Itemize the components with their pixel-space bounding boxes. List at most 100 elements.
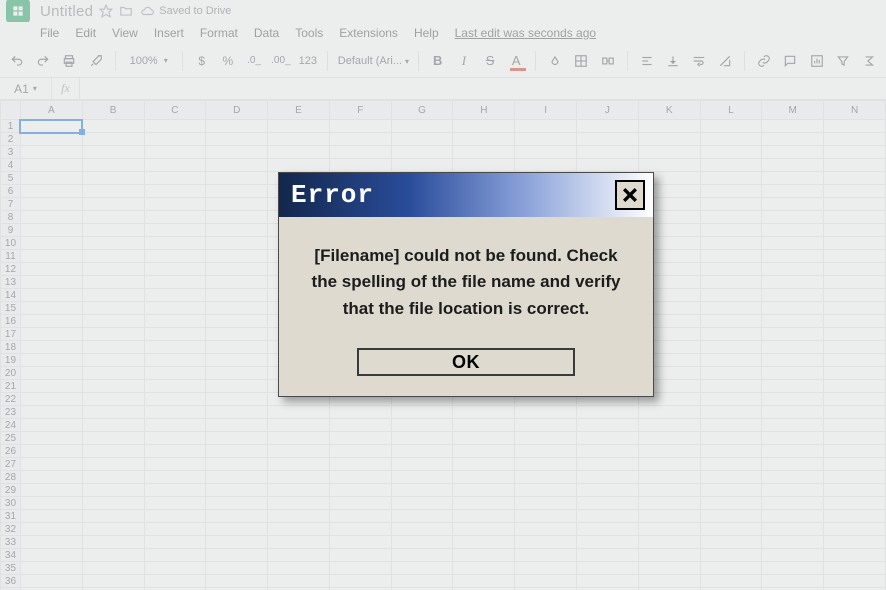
cell-L2[interactable] <box>700 133 762 146</box>
cell-A26[interactable] <box>20 445 82 458</box>
cell-C24[interactable] <box>144 419 206 432</box>
cell-A22[interactable] <box>20 393 82 406</box>
cell-E23[interactable] <box>268 406 330 419</box>
cell-A11[interactable] <box>20 250 82 263</box>
cell-F24[interactable] <box>329 419 391 432</box>
cell-N21[interactable] <box>824 380 886 393</box>
cell-F1[interactable] <box>329 120 391 133</box>
cell-D23[interactable] <box>206 406 268 419</box>
format-percent-button[interactable]: % <box>219 50 237 72</box>
cell-J28[interactable] <box>576 471 638 484</box>
cell-L5[interactable] <box>700 172 762 185</box>
cell-M26[interactable] <box>762 445 824 458</box>
cell-B34[interactable] <box>82 549 144 562</box>
last-edit-link[interactable]: Last edit was seconds ago <box>455 26 596 40</box>
cell-D16[interactable] <box>206 315 268 328</box>
cell-J36[interactable] <box>576 575 638 588</box>
row-header-7[interactable]: 7 <box>1 198 21 211</box>
cell-K23[interactable] <box>638 406 700 419</box>
cell-N19[interactable] <box>824 354 886 367</box>
h-align-button[interactable] <box>638 50 656 72</box>
cell-G28[interactable] <box>391 471 453 484</box>
cell-B33[interactable] <box>82 536 144 549</box>
cell-B5[interactable] <box>82 172 144 185</box>
cell-I32[interactable] <box>515 523 577 536</box>
cell-B36[interactable] <box>82 575 144 588</box>
cell-K24[interactable] <box>638 419 700 432</box>
cell-K34[interactable] <box>638 549 700 562</box>
cell-F34[interactable] <box>329 549 391 562</box>
cell-I24[interactable] <box>515 419 577 432</box>
cell-C20[interactable] <box>144 367 206 380</box>
cell-N30[interactable] <box>824 497 886 510</box>
cell-L28[interactable] <box>700 471 762 484</box>
merge-cells-button[interactable] <box>599 50 617 72</box>
cell-J25[interactable] <box>576 432 638 445</box>
cell-B32[interactable] <box>82 523 144 536</box>
cell-M25[interactable] <box>762 432 824 445</box>
cell-D8[interactable] <box>206 211 268 224</box>
chart-button[interactable] <box>808 50 826 72</box>
menu-file[interactable]: File <box>40 26 59 40</box>
cell-E24[interactable] <box>268 419 330 432</box>
cell-J32[interactable] <box>576 523 638 536</box>
cell-I34[interactable] <box>515 549 577 562</box>
cell-B6[interactable] <box>82 185 144 198</box>
cell-N16[interactable] <box>824 315 886 328</box>
cell-F31[interactable] <box>329 510 391 523</box>
col-header-H[interactable]: H <box>453 101 515 120</box>
cell-K36[interactable] <box>638 575 700 588</box>
cell-E4[interactable] <box>268 159 330 172</box>
cell-C14[interactable] <box>144 289 206 302</box>
cell-D4[interactable] <box>206 159 268 172</box>
row-header-34[interactable]: 34 <box>1 549 21 562</box>
cell-J26[interactable] <box>576 445 638 458</box>
cell-G3[interactable] <box>391 146 453 159</box>
cell-M27[interactable] <box>762 458 824 471</box>
cell-I35[interactable] <box>515 562 577 575</box>
cell-M18[interactable] <box>762 341 824 354</box>
cell-B25[interactable] <box>82 432 144 445</box>
cell-M3[interactable] <box>762 146 824 159</box>
cell-B31[interactable] <box>82 510 144 523</box>
cell-N8[interactable] <box>824 211 886 224</box>
cell-M33[interactable] <box>762 536 824 549</box>
menu-extensions[interactable]: Extensions <box>339 26 398 40</box>
row-header-14[interactable]: 14 <box>1 289 21 302</box>
cell-M30[interactable] <box>762 497 824 510</box>
cell-F32[interactable] <box>329 523 391 536</box>
cell-A13[interactable] <box>20 276 82 289</box>
cell-B13[interactable] <box>82 276 144 289</box>
cell-B4[interactable] <box>82 159 144 172</box>
cell-L21[interactable] <box>700 380 762 393</box>
cell-D24[interactable] <box>206 419 268 432</box>
cell-I2[interactable] <box>515 133 577 146</box>
paint-format-icon[interactable] <box>87 50 105 72</box>
cell-L3[interactable] <box>700 146 762 159</box>
cell-M16[interactable] <box>762 315 824 328</box>
cell-C6[interactable] <box>144 185 206 198</box>
cell-B15[interactable] <box>82 302 144 315</box>
cell-A31[interactable] <box>20 510 82 523</box>
cell-M23[interactable] <box>762 406 824 419</box>
cell-F35[interactable] <box>329 562 391 575</box>
cell-D12[interactable] <box>206 263 268 276</box>
decrease-decimal-button[interactable]: .0_ <box>245 50 263 72</box>
row-header-1[interactable]: 1 <box>1 120 21 133</box>
cell-M19[interactable] <box>762 354 824 367</box>
col-header-B[interactable]: B <box>82 101 144 120</box>
cell-M12[interactable] <box>762 263 824 276</box>
cell-M13[interactable] <box>762 276 824 289</box>
cell-M9[interactable] <box>762 224 824 237</box>
cell-A30[interactable] <box>20 497 82 510</box>
col-header-J[interactable]: J <box>576 101 638 120</box>
cell-N20[interactable] <box>824 367 886 380</box>
cell-B35[interactable] <box>82 562 144 575</box>
col-header-D[interactable]: D <box>206 101 268 120</box>
cell-G32[interactable] <box>391 523 453 536</box>
cell-A10[interactable] <box>20 237 82 250</box>
cell-J29[interactable] <box>576 484 638 497</box>
menu-view[interactable]: View <box>112 26 138 40</box>
cell-N14[interactable] <box>824 289 886 302</box>
row-header-30[interactable]: 30 <box>1 497 21 510</box>
